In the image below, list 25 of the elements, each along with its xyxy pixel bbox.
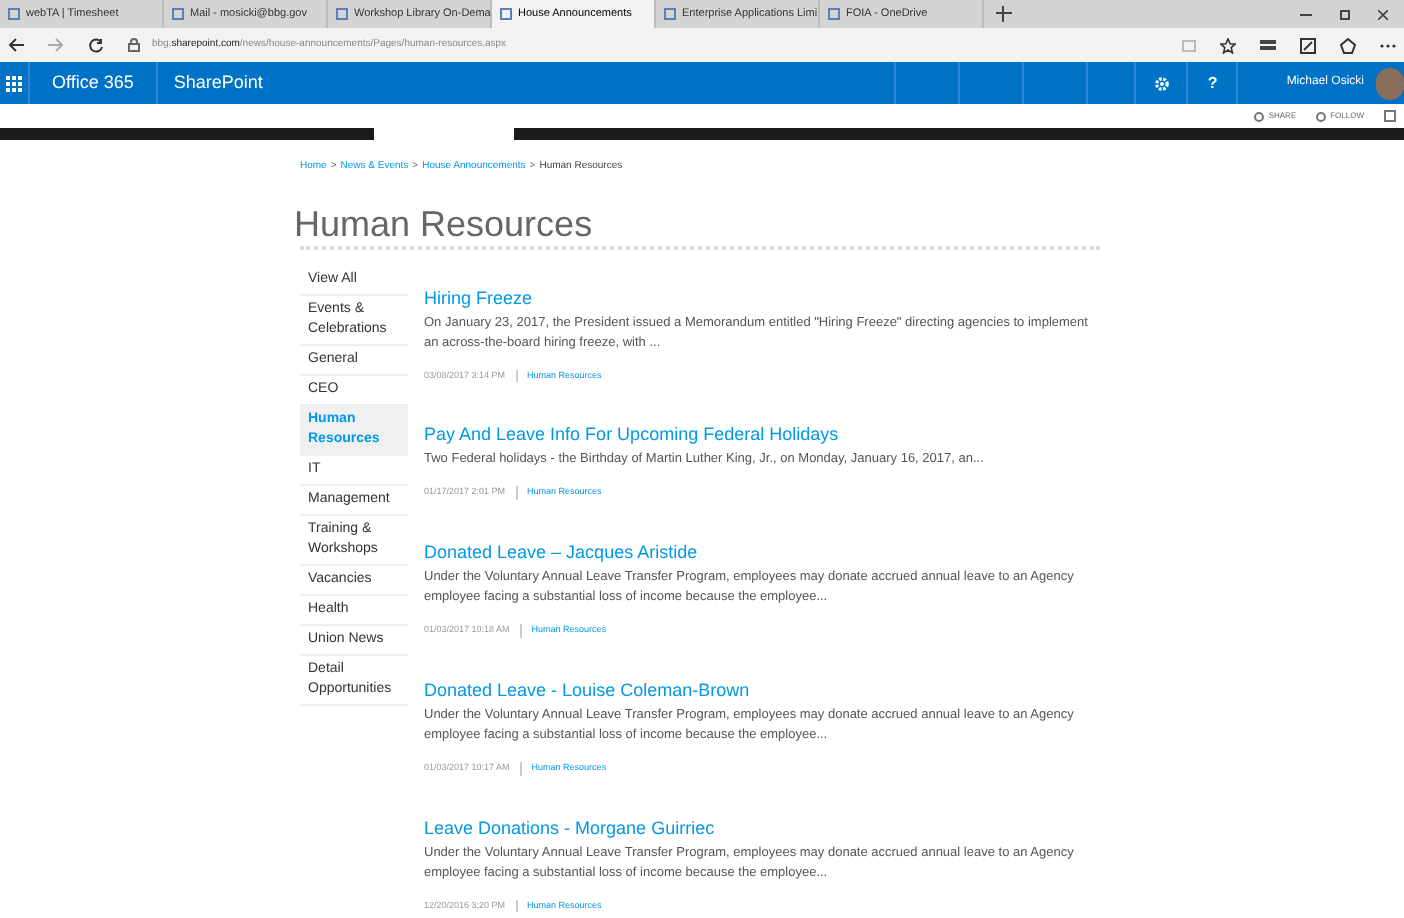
- page-icon: [828, 8, 840, 20]
- page-title: Human Resources: [294, 203, 595, 243]
- new-tab-icon[interactable]: [996, 6, 1012, 22]
- page-icon: [664, 8, 676, 20]
- page-icon: [500, 8, 512, 20]
- page-icon: [8, 8, 20, 20]
- lock-icon: [128, 38, 140, 52]
- minimize-icon[interactable]: [1300, 13, 1312, 15]
- star-icon[interactable]: [1220, 37, 1236, 53]
- page-icon: [336, 8, 348, 20]
- focus-icon[interactable]: [1384, 110, 1396, 122]
- page-icon: [172, 8, 184, 20]
- close-icon[interactable]: [1378, 9, 1388, 19]
- maximize-icon[interactable]: [1340, 9, 1350, 19]
- note-icon[interactable]: [1300, 37, 1316, 53]
- action-icon: [1316, 111, 1327, 121]
- refresh-icon[interactable]: [88, 37, 104, 53]
- app-name[interactable]: Office 365: [28, 62, 158, 104]
- share-icon[interactable]: [1340, 37, 1356, 53]
- back-icon[interactable]: [8, 38, 24, 52]
- action-icon: [1254, 111, 1265, 121]
- hub-icon[interactable]: [1260, 40, 1276, 50]
- app-launcher-icon[interactable]: [6, 75, 22, 91]
- help-button[interactable]: ?: [1186, 62, 1239, 104]
- site-name[interactable]: SharePoint: [157, 62, 279, 104]
